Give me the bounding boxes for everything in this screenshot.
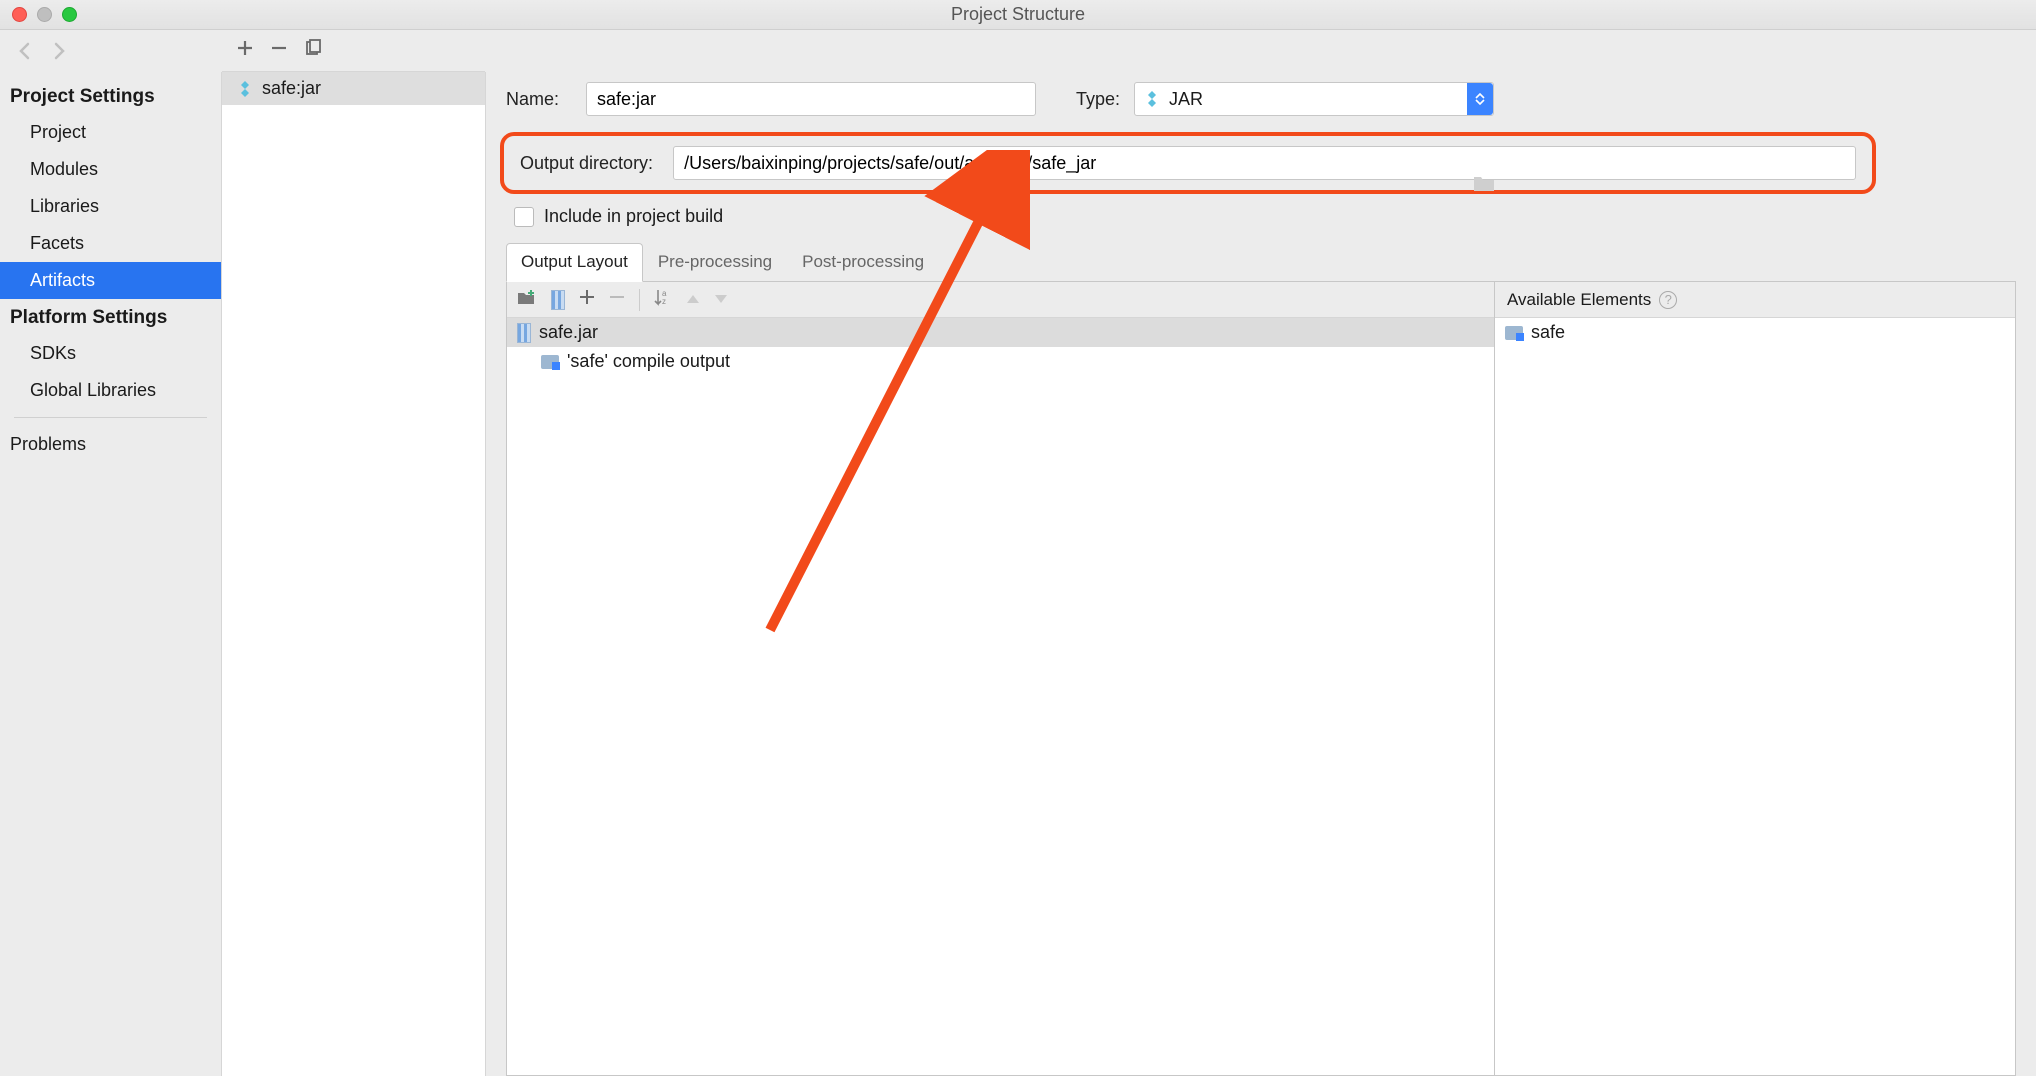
- available-item[interactable]: safe: [1495, 318, 2015, 347]
- output-child-label: 'safe' compile output: [567, 351, 730, 372]
- type-value: JAR: [1169, 89, 1203, 110]
- add-copy-button[interactable]: [517, 288, 537, 311]
- artifact-detail-panel: Name: Type: JAR Output directory: Includ…: [486, 72, 2036, 1076]
- move-down-button[interactable]: [714, 289, 728, 310]
- forward-button[interactable]: [46, 39, 70, 63]
- output-dir-label: Output directory:: [520, 153, 653, 174]
- include-build-row: Include in project build: [486, 200, 2036, 233]
- name-input[interactable]: [586, 82, 1036, 116]
- type-label: Type:: [1076, 89, 1120, 110]
- main-area: Project Settings Project Modules Librari…: [0, 72, 2036, 1076]
- sidebar-item-modules[interactable]: Modules: [0, 151, 221, 188]
- jar-type-icon: [1143, 90, 1161, 108]
- sidebar-item-facets[interactable]: Facets: [0, 225, 221, 262]
- output-layout-panel: az safe.jar 'safe' compile output: [507, 282, 1495, 1075]
- remove-minus-button[interactable]: [609, 289, 625, 310]
- remove-artifact-button[interactable]: [270, 39, 288, 63]
- available-elements-panel: Available Elements ? safe: [1495, 282, 2015, 1075]
- artifact-list-panel: safe:jar: [222, 72, 486, 1076]
- sidebar-item-libraries[interactable]: Libraries: [0, 188, 221, 225]
- back-button[interactable]: [14, 39, 38, 63]
- artifact-list-item[interactable]: safe:jar: [222, 72, 485, 105]
- tab-output-layout[interactable]: Output Layout: [506, 243, 643, 282]
- available-elements-header: Available Elements ?: [1495, 282, 2015, 318]
- titlebar: Project Structure: [0, 0, 2036, 30]
- sidebar-divider: [14, 417, 207, 418]
- add-plus-button[interactable]: [579, 289, 595, 310]
- move-up-button[interactable]: [686, 289, 700, 310]
- settings-sidebar: Project Settings Project Modules Librari…: [0, 72, 222, 1076]
- layout-tabs: Output Layout Pre-processing Post-proces…: [506, 243, 2016, 282]
- artifact-toolbar: [222, 30, 485, 72]
- sidebar-heading-platform: Platform Settings: [0, 299, 221, 335]
- tab-post-processing[interactable]: Post-processing: [787, 243, 939, 281]
- add-artifact-button[interactable]: [236, 39, 254, 63]
- sidebar-item-sdks[interactable]: SDKs: [0, 335, 221, 372]
- new-directory-button[interactable]: [551, 290, 565, 310]
- name-row: Name: Type: JAR: [486, 72, 2036, 126]
- include-build-checkbox[interactable]: [514, 207, 534, 227]
- jar-icon: [517, 323, 531, 343]
- browse-output-dir-button[interactable]: [1466, 168, 1502, 198]
- svg-text:z: z: [662, 297, 666, 306]
- sidebar-item-global-libraries[interactable]: Global Libraries: [0, 372, 221, 409]
- artifact-item-label: safe:jar: [262, 78, 321, 99]
- module-icon: [1505, 326, 1523, 340]
- toolbar-divider: [639, 289, 640, 311]
- available-item-label: safe: [1531, 322, 1565, 343]
- sidebar-item-project[interactable]: Project: [0, 114, 221, 151]
- module-output-icon: [541, 355, 559, 369]
- type-select[interactable]: JAR: [1134, 82, 1494, 116]
- artifact-list: safe:jar: [222, 72, 485, 1076]
- output-dir-input[interactable]: [673, 146, 1856, 180]
- copy-artifact-button[interactable]: [304, 39, 322, 63]
- window-title: Project Structure: [0, 4, 2036, 25]
- sidebar-heading-project: Project Settings: [0, 78, 221, 114]
- help-icon[interactable]: ?: [1659, 291, 1677, 309]
- sidebar-item-problems[interactable]: Problems: [0, 426, 221, 463]
- output-root-label: safe.jar: [539, 322, 598, 343]
- tab-pre-processing[interactable]: Pre-processing: [643, 243, 787, 281]
- output-tree-root[interactable]: safe.jar: [507, 318, 1494, 347]
- available-heading: Available Elements: [1507, 290, 1651, 310]
- select-handle-icon: [1467, 83, 1493, 115]
- output-layout-toolbar: az: [507, 282, 1494, 318]
- output-directory-highlight: Output directory:: [500, 132, 1876, 194]
- sidebar-item-artifacts[interactable]: Artifacts: [0, 262, 221, 299]
- artifact-icon: [236, 80, 254, 98]
- sort-alpha-button[interactable]: az: [654, 288, 672, 311]
- name-label: Name:: [506, 89, 572, 110]
- layout-panels: az safe.jar 'safe' compile output: [506, 282, 2016, 1076]
- include-build-label: Include in project build: [544, 206, 723, 227]
- output-tree-child[interactable]: 'safe' compile output: [507, 347, 1494, 376]
